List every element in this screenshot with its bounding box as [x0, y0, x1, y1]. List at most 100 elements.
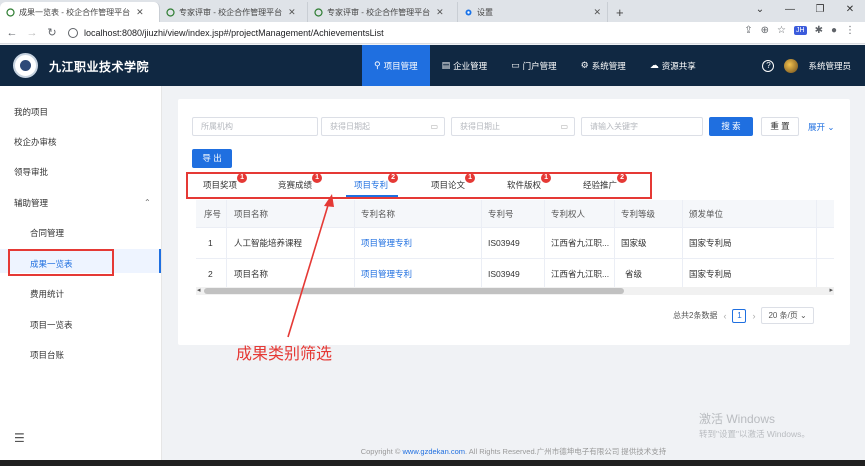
bookmark-star-icon[interactable]: ☆: [777, 25, 786, 36]
footer-copyright: Copyright ©: [360, 447, 401, 456]
address-bar: ← → ↻ localhost:8080/jiuzhi/view/index.j…: [0, 22, 865, 44]
tab-title: 成果一览表 - 校企合作管理平台: [19, 7, 131, 17]
scrollbar-thumb[interactable]: [204, 288, 624, 294]
keyword-input[interactable]: 请输入关键字: [581, 117, 703, 136]
column-divider: [614, 200, 615, 290]
tab-title: 专家评审 - 校企合作管理平台: [327, 7, 431, 17]
col-patentee[interactable]: 专利权人: [551, 208, 585, 220]
expand-label: 展开: [808, 122, 826, 132]
col-issuer[interactable]: 颁发单位: [689, 208, 723, 220]
footer-link[interactable]: www.gzdekan.com: [403, 447, 466, 456]
user-name[interactable]: 系统管理员: [808, 60, 851, 72]
scroll-right-icon[interactable]: ▸: [829, 286, 833, 294]
column-divider: [354, 200, 355, 290]
col-project-name[interactable]: 项目名称: [234, 208, 268, 220]
site-info-icon[interactable]: [68, 27, 78, 38]
close-window-button[interactable]: ✕: [835, 0, 865, 22]
sidebar-item-review[interactable]: 校企办审核: [14, 136, 57, 148]
date-start-field[interactable]: 获得日期起 ▭: [321, 117, 445, 136]
os-taskbar: [0, 460, 865, 466]
nav-system-management[interactable]: ⚙ 系统管理: [569, 45, 638, 86]
browser-tab[interactable]: 专家评审 - 校企合作管理平台 ✕: [160, 2, 308, 22]
col-patent-level[interactable]: 专利等级: [621, 208, 655, 220]
search-button[interactable]: 搜 索: [709, 117, 753, 136]
col-patent-name[interactable]: 专利名称: [361, 208, 395, 220]
browser-menu-icon[interactable]: ⋮: [845, 25, 855, 36]
col-patent-no[interactable]: 专利号: [488, 208, 514, 220]
nav-portal-management[interactable]: ▭ 门户管理: [499, 45, 569, 86]
reset-button[interactable]: 重 置: [761, 117, 799, 136]
extension-icon[interactable]: JH: [794, 26, 807, 35]
tab-close-icon[interactable]: ✕: [593, 7, 601, 18]
column-divider: [816, 200, 817, 290]
extensions-puzzle-icon[interactable]: ✱: [815, 25, 823, 36]
sidebar-item-project-ledger[interactable]: 项目台账: [30, 349, 64, 361]
sidebar-item-approval[interactable]: 领导审批: [14, 166, 48, 178]
nav-enterprise-management[interactable]: ▤ 企业管理: [430, 45, 500, 86]
cell-patent-name-link[interactable]: 项目管理专利: [361, 237, 412, 249]
sidebar-item-cost-stats[interactable]: 费用统计: [30, 288, 64, 300]
building-icon: ▤: [441, 60, 451, 70]
reload-icon[interactable]: ↻: [44, 26, 60, 39]
cell-patent-name-link[interactable]: 项目管理专利: [361, 268, 412, 280]
cloud-icon: ☁: [649, 60, 659, 70]
help-icon[interactable]: ?: [762, 59, 775, 72]
expand-button[interactable]: 展开 ⌄: [808, 121, 835, 133]
cell-patent-level: 省级: [625, 269, 643, 279]
share-icon[interactable]: ⇪: [744, 25, 752, 36]
forward-icon[interactable]: →: [24, 27, 40, 39]
page-size-value: 20 条/页: [768, 311, 798, 320]
scroll-left-icon[interactable]: ◂: [197, 286, 201, 294]
page-footer: Copyright © www.gzdekan.com. All Rights …: [162, 446, 865, 460]
tab-favicon-icon: [6, 7, 15, 17]
nav-resource-sharing[interactable]: ☁ 资源共享: [638, 45, 708, 86]
cell-patentee: 江西省九江职...: [551, 238, 610, 248]
page-number-button[interactable]: 1: [732, 308, 747, 323]
nav-label: 企业管理: [453, 60, 488, 71]
nav-label: 资源共享: [661, 60, 696, 71]
total-count: 总共2条数据: [673, 311, 718, 320]
browser-tab[interactable]: 成果一览表 - 校企合作管理平台 ✕: [0, 2, 160, 22]
zoom-icon[interactable]: ⊕: [761, 25, 769, 36]
tab-close-icon[interactable]: ✕: [288, 7, 296, 18]
tab-favicon-icon: [314, 7, 323, 17]
tab-search-icon[interactable]: ⌄: [745, 0, 775, 22]
tab-close-icon[interactable]: ✕: [436, 7, 444, 18]
collapse-menu-icon[interactable]: ☰: [14, 431, 25, 445]
nav-project-management[interactable]: ⚲ 项目管理: [362, 45, 430, 86]
chevron-up-icon[interactable]: ⌃: [144, 198, 151, 207]
browser-tab[interactable]: 设置 ✕: [458, 2, 608, 22]
minimize-button[interactable]: —: [775, 0, 805, 22]
sidebar-item-project-list[interactable]: 项目一览表: [30, 319, 73, 331]
annotation-highlight-tabs: [186, 172, 652, 199]
new-tab-button[interactable]: +: [608, 2, 632, 22]
sidebar: 我的项目 校企办审核 领导审批 辅助管理 ⌃ 合同管理 成果一览表 费用统计 项…: [0, 86, 162, 460]
profile-icon[interactable]: ●: [831, 25, 837, 36]
cell-patent-no: IS03949: [488, 269, 520, 279]
tab-close-icon[interactable]: ✕: [136, 7, 144, 18]
window-controls: ⌄ — ❐ ✕: [745, 0, 865, 22]
app-header: 九江职业技术学院 ⚲ 项目管理 ▤ 企业管理 ▭ 门户管理 ⚙ 系统管理 ☁ 资…: [0, 45, 865, 86]
restore-button[interactable]: ❐: [805, 0, 835, 22]
cell-index: 2: [208, 269, 213, 279]
sidebar-item-contracts[interactable]: 合同管理: [30, 227, 64, 239]
url-field[interactable]: localhost:8080/jiuzhi/view/index.jsp#/pr…: [68, 27, 384, 38]
page-size-select[interactable]: 20 条/页 ⌄: [761, 307, 814, 324]
export-button[interactable]: 导 出: [192, 149, 232, 168]
org-icon: ⚲: [374, 60, 381, 70]
calendar-icon: ▭: [430, 122, 438, 131]
tab-favicon-icon: [166, 7, 175, 17]
avatar[interactable]: [784, 58, 799, 73]
sidebar-item-auxiliary[interactable]: 辅助管理: [14, 197, 48, 209]
org-select[interactable]: 所属机构: [192, 117, 318, 136]
col-index[interactable]: 序号: [204, 208, 221, 220]
browser-toolbar-icons: ⇪ ⊕ ☆ JH ✱ ● ⋮: [744, 25, 855, 36]
browser-tab-strip: 成果一览表 - 校企合作管理平台 ✕ 专家评审 - 校企合作管理平台 ✕ 专家评…: [0, 0, 865, 22]
back-icon[interactable]: ←: [4, 27, 20, 39]
date-end-field[interactable]: 获得日期止 ▭: [451, 117, 575, 136]
browser-tab[interactable]: 专家评审 - 校企合作管理平台 ✕: [308, 2, 458, 22]
monitor-icon: ▭: [511, 60, 520, 70]
next-page-icon[interactable]: ›: [752, 311, 755, 321]
prev-page-icon[interactable]: ‹: [723, 311, 726, 321]
sidebar-item-my-projects[interactable]: 我的项目: [14, 106, 48, 118]
